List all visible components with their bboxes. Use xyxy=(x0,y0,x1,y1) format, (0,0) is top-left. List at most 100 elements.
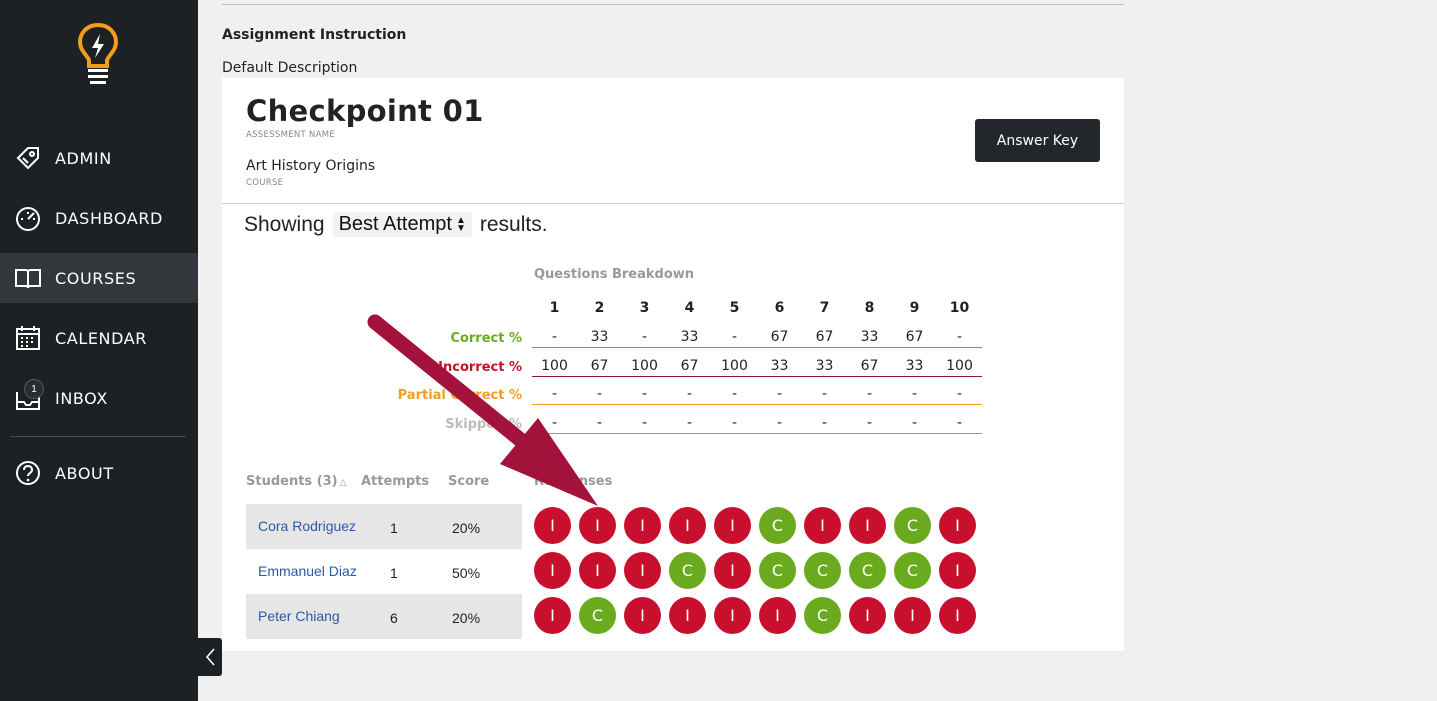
response-badge[interactable]: I xyxy=(714,507,751,544)
nav-admin-label: ADMIN xyxy=(55,148,112,168)
answer-key-button[interactable]: Answer Key xyxy=(975,119,1100,162)
gauge-icon xyxy=(16,207,40,231)
response-badge[interactable]: I xyxy=(759,597,796,634)
nav-about-label: ABOUT xyxy=(55,463,114,483)
response-badge[interactable]: I xyxy=(894,597,931,634)
breakdown-cell: 33 xyxy=(815,357,834,374)
breakdown-cell: 33 xyxy=(680,329,699,345)
instructions-title: Assignment Instruction xyxy=(222,27,407,43)
assessment-name: Checkpoint 01 xyxy=(246,94,484,128)
question-number: 1 xyxy=(549,300,560,316)
score-value: 20% xyxy=(452,610,481,626)
response-badge[interactable]: I xyxy=(669,597,706,634)
response-badge[interactable]: I xyxy=(534,507,571,544)
breakdown-cell: - xyxy=(596,386,603,402)
breakdown-cell: - xyxy=(686,386,693,402)
course-label: COURSE xyxy=(246,178,284,188)
select-arrows-icon: ▲ ▼ xyxy=(455,214,466,234)
response-badge[interactable]: C xyxy=(894,552,931,589)
response-badge[interactable]: I xyxy=(849,507,886,544)
breakdown-cell: 67 xyxy=(680,357,699,374)
response-badge[interactable]: C xyxy=(894,507,931,544)
table-row: Peter Chiang 6 20% xyxy=(246,594,522,639)
nav-dashboard[interactable]: DASHBOARD xyxy=(0,193,198,243)
response-badge[interactable]: I xyxy=(624,507,661,544)
breakdown-cell: 33 xyxy=(590,329,609,345)
breakdown-cell: 33 xyxy=(770,357,789,374)
question-number: 7 xyxy=(819,300,830,316)
response-badge[interactable]: C xyxy=(849,552,886,589)
breakdown-cell: 100 xyxy=(721,357,748,374)
breakdown-cell: 100 xyxy=(946,357,973,374)
attempts-value: 6 xyxy=(390,610,398,626)
student-name-link[interactable]: Emmanuel Diaz xyxy=(258,563,357,579)
breakdown-row-line xyxy=(532,375,982,377)
response-badge[interactable]: I xyxy=(714,597,751,634)
course-name: Art History Origins xyxy=(246,158,376,174)
breakdown-cell: 100 xyxy=(631,357,658,374)
table-row: Cora Rodriguez 1 20% xyxy=(246,504,522,549)
response-badge[interactable]: C xyxy=(579,597,616,634)
breakdown-row-line xyxy=(532,347,982,348)
response-badge[interactable]: C xyxy=(804,597,841,634)
showing-prefix: Showing xyxy=(244,212,325,236)
breakdown-cell: - xyxy=(956,414,963,431)
nav-courses[interactable]: COURSES xyxy=(0,253,198,303)
student-name-link[interactable]: Cora Rodriguez xyxy=(258,518,356,534)
response-badge[interactable]: I xyxy=(624,597,661,634)
response-badge[interactable]: I xyxy=(939,507,976,544)
breakdown-cell: 33 xyxy=(905,357,924,374)
response-badge[interactable]: I xyxy=(624,552,661,589)
question-number: 5 xyxy=(729,300,740,316)
response-badge[interactable]: I xyxy=(534,552,571,589)
nav-calendar[interactable]: CALENDAR xyxy=(0,313,198,363)
students-header[interactable]: Students (3) △ xyxy=(246,474,347,489)
question-number: 9 xyxy=(909,300,920,316)
response-badge[interactable]: I xyxy=(714,552,751,589)
help-icon xyxy=(16,461,40,485)
breakdown-cell: 67 xyxy=(770,329,789,345)
assessment-card: Checkpoint 01 ASSESSMENT NAME Art Histor… xyxy=(222,78,1124,651)
response-badge[interactable]: I xyxy=(804,507,841,544)
response-badge[interactable]: C xyxy=(804,552,841,589)
breakdown-cell: - xyxy=(551,386,558,402)
collapse-sidebar-button[interactable] xyxy=(198,638,222,676)
response-badge[interactable]: I xyxy=(849,597,886,634)
lightbulb-logo-icon xyxy=(77,22,119,84)
breakdown-cell: 67 xyxy=(905,329,924,345)
nav-admin[interactable]: ADMIN xyxy=(0,133,198,183)
nav-about[interactable]: ABOUT xyxy=(0,448,198,498)
breakdown-cell: - xyxy=(641,329,648,345)
response-badge[interactable]: I xyxy=(579,552,616,589)
breakdown-cell: - xyxy=(551,329,558,345)
nav-dashboard-label: DASHBOARD xyxy=(55,208,163,228)
breakdown-cell: - xyxy=(866,414,873,431)
response-badge[interactable]: I xyxy=(534,597,571,634)
breakdown-cell: 67 xyxy=(815,329,834,345)
breakdown-row-label: Partial Correct % xyxy=(397,388,522,403)
assessment-name-label: ASSESSMENT NAME xyxy=(246,130,336,140)
response-badge[interactable]: I xyxy=(669,507,706,544)
attempt-select[interactable]: Best Attempt ▲ ▼ xyxy=(332,212,472,237)
response-badge[interactable]: C xyxy=(669,552,706,589)
response-badge[interactable]: I xyxy=(579,507,616,544)
table-row: Emmanuel Diaz 1 50% xyxy=(246,549,522,594)
score-value: 50% xyxy=(452,565,481,581)
nav-inbox-label: INBOX xyxy=(55,388,108,408)
response-badge[interactable]: I xyxy=(939,552,976,589)
student-name-link[interactable]: Peter Chiang xyxy=(258,608,340,624)
breakdown-cell: - xyxy=(641,386,648,402)
breakdown-cell: - xyxy=(776,414,783,431)
breakdown-row-line xyxy=(532,432,982,434)
attempts-header: Attempts xyxy=(361,474,430,489)
response-badge[interactable]: C xyxy=(759,552,796,589)
response-badge[interactable]: C xyxy=(759,507,796,544)
response-badge[interactable]: I xyxy=(939,597,976,634)
breakdown-cell: - xyxy=(731,414,738,431)
attempts-value: 1 xyxy=(390,565,398,581)
breakdown-cell: - xyxy=(596,414,603,431)
book-icon xyxy=(15,269,41,289)
nav-calendar-label: CALENDAR xyxy=(55,328,148,348)
score-value: 20% xyxy=(452,520,481,536)
breakdown-cell: - xyxy=(551,414,558,431)
